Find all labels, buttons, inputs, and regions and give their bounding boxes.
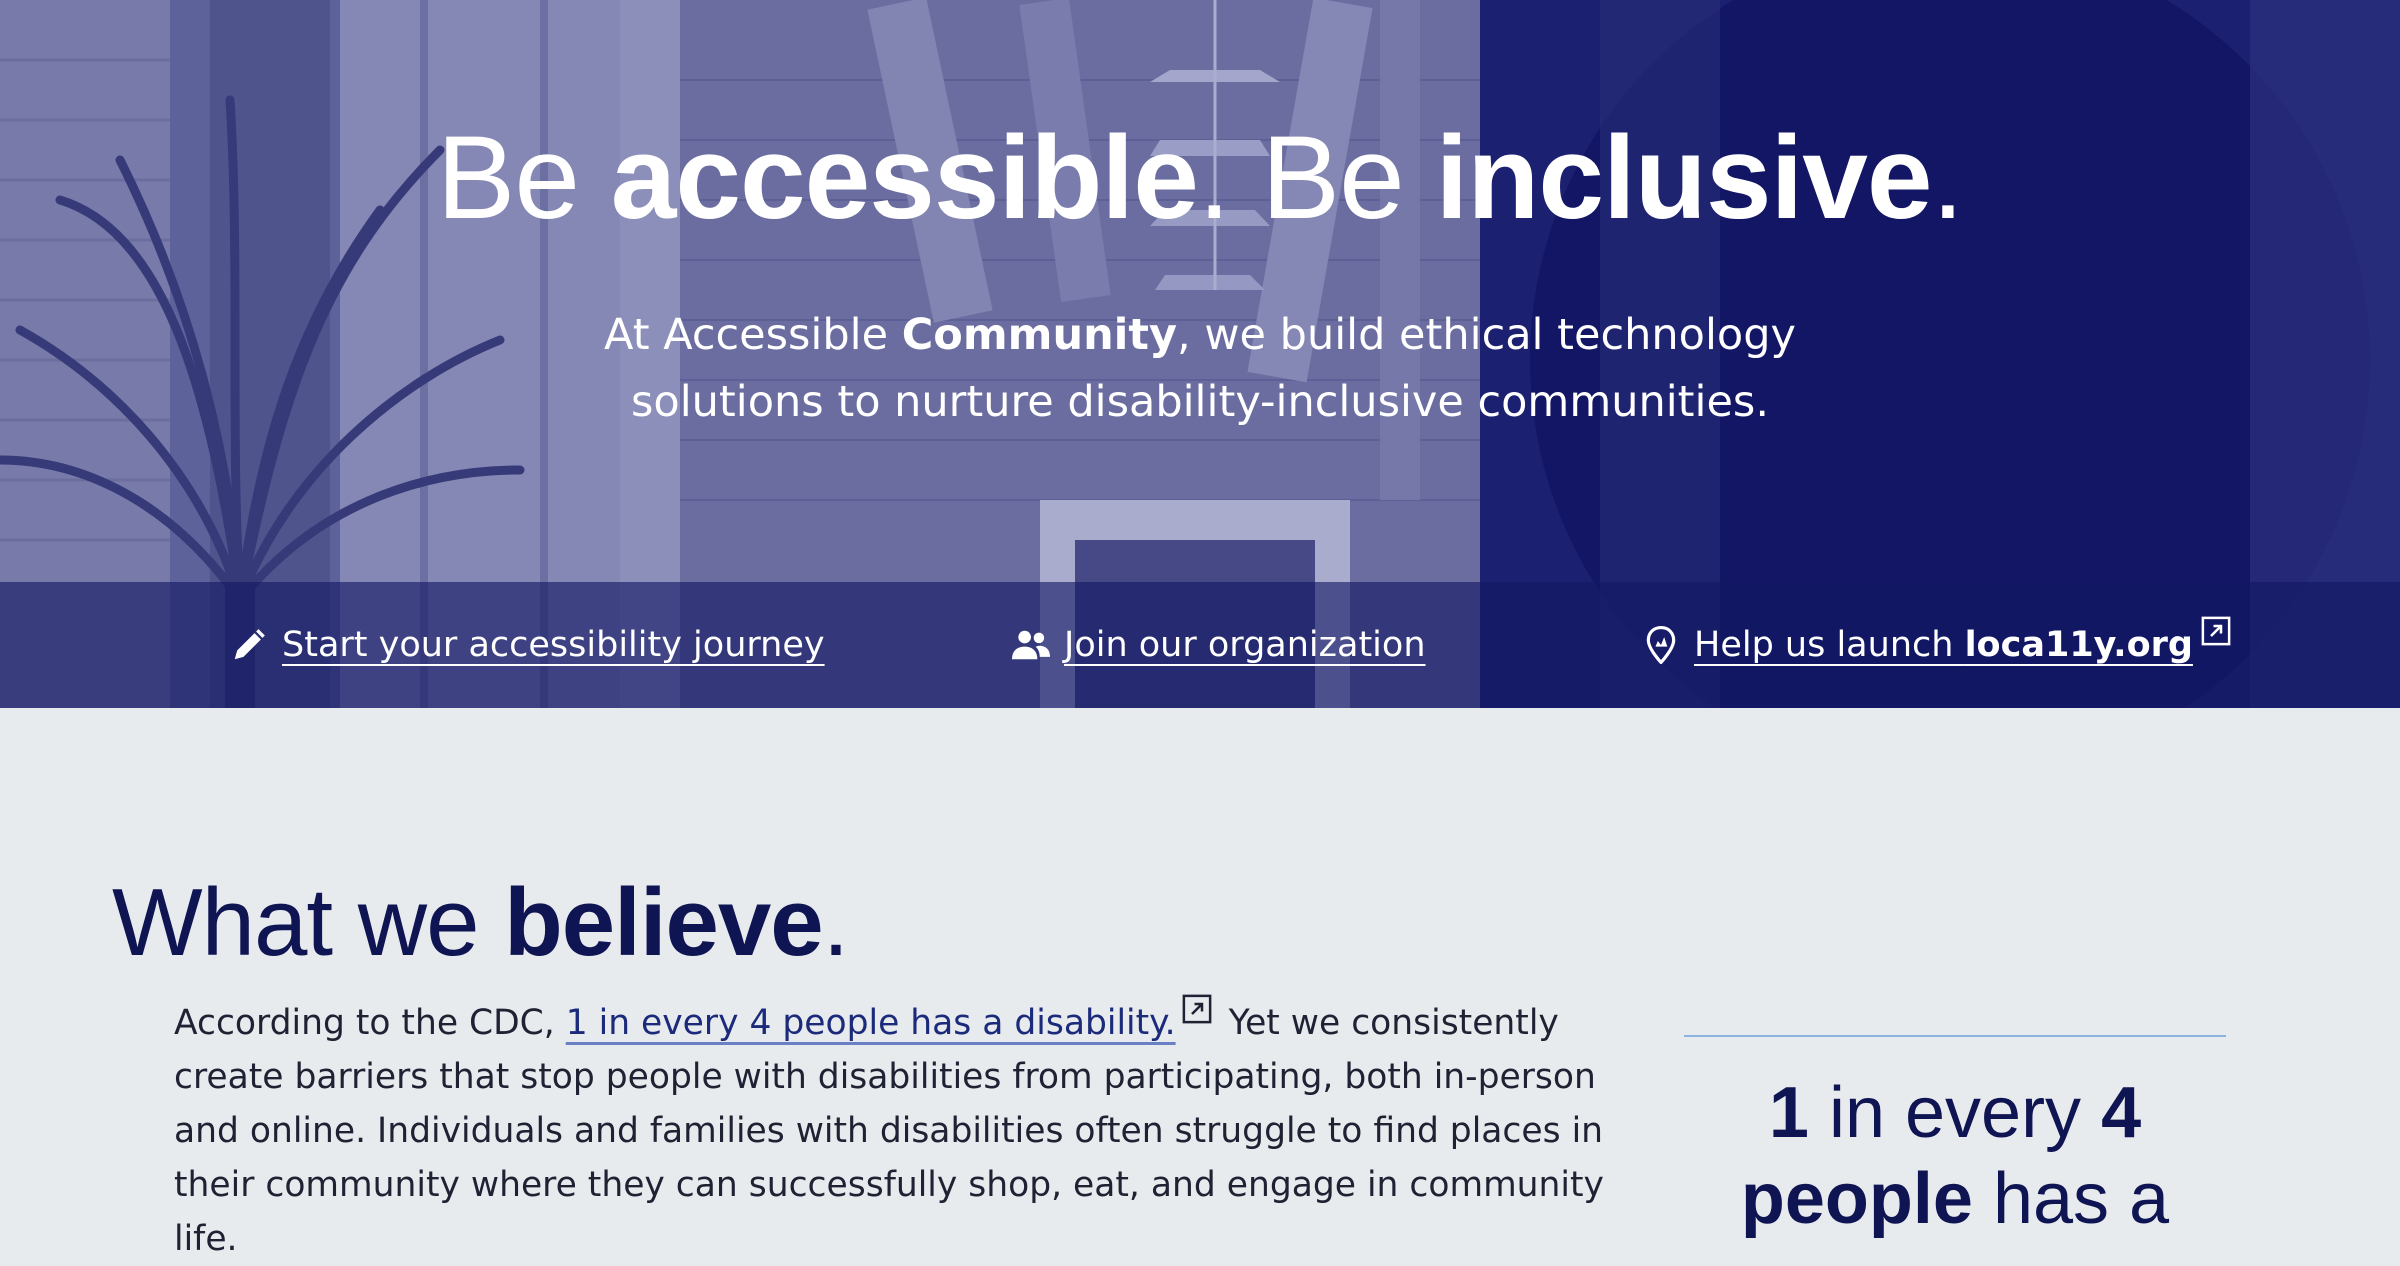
cdc-disability-link[interactable]: 1 in every 4 people has a disability. bbox=[566, 1003, 1176, 1043]
what-we-believe-section: What we believe. According to the CDC, 1… bbox=[0, 708, 2400, 1260]
believe-title-text: . bbox=[822, 869, 850, 976]
stat-text: in every bbox=[1808, 1073, 2102, 1153]
launch-locally-label: Help us launch loca11y.org bbox=[1694, 625, 2193, 665]
start-journey-link[interactable]: Start your accessibility journey bbox=[230, 582, 825, 708]
hero-title-inclusive: inclusive bbox=[1435, 112, 1933, 244]
hero-section: Be accessible. Be inclusive. At Accessib… bbox=[0, 0, 2400, 708]
believe-title-text: What we bbox=[112, 869, 505, 976]
hero-title-text: . bbox=[1931, 112, 1965, 244]
believe-title: What we believe. bbox=[112, 868, 850, 978]
hero-title-text: . Be bbox=[1197, 112, 1436, 244]
hero-action-bar: Start your accessibility journey Join ou… bbox=[0, 582, 2400, 708]
hero-subtitle: At Accessible Community, we build ethica… bbox=[600, 302, 1800, 436]
hero-title-text: Be bbox=[436, 112, 611, 244]
join-organization-link[interactable]: Join our organization bbox=[1012, 582, 1426, 708]
map-pin-icon bbox=[1646, 626, 1676, 664]
stat-divider bbox=[1684, 1035, 2226, 1037]
external-link-icon bbox=[1182, 994, 1211, 1024]
people-icon bbox=[1012, 630, 1050, 660]
external-link-icon bbox=[2201, 616, 2231, 646]
stat-text: has a bbox=[1972, 1159, 2170, 1239]
hero-subtitle-text: At Accessible bbox=[604, 310, 902, 360]
hero-title-accessible: accessible bbox=[610, 112, 1199, 244]
launch-label-domain: loca11y.org bbox=[1964, 625, 2193, 665]
believe-text-intro: According to the CDC, bbox=[174, 1003, 566, 1043]
launch-locally-link[interactable]: Help us launch loca11y.org bbox=[1642, 582, 2231, 708]
join-organization-label: Join our organization bbox=[1064, 625, 1426, 665]
disability-stat: 1 in every 4 people has a bbox=[1600, 1070, 2310, 1242]
believe-title-bold: believe bbox=[504, 869, 824, 976]
stat-people: people bbox=[1740, 1159, 1973, 1239]
stat-number-four: 4 bbox=[2101, 1073, 2142, 1153]
hero-subtitle-community: Community bbox=[901, 310, 1178, 360]
hero-title: Be accessible. Be inclusive. bbox=[0, 108, 2400, 248]
believe-paragraph: According to the CDC, 1 in every 4 peopl… bbox=[174, 994, 1604, 1266]
start-journey-label: Start your accessibility journey bbox=[282, 625, 825, 665]
launch-label-prefix: Help us launch bbox=[1694, 625, 1965, 665]
pencil-icon bbox=[234, 629, 265, 660]
stat-number-one: 1 bbox=[1768, 1073, 1809, 1153]
